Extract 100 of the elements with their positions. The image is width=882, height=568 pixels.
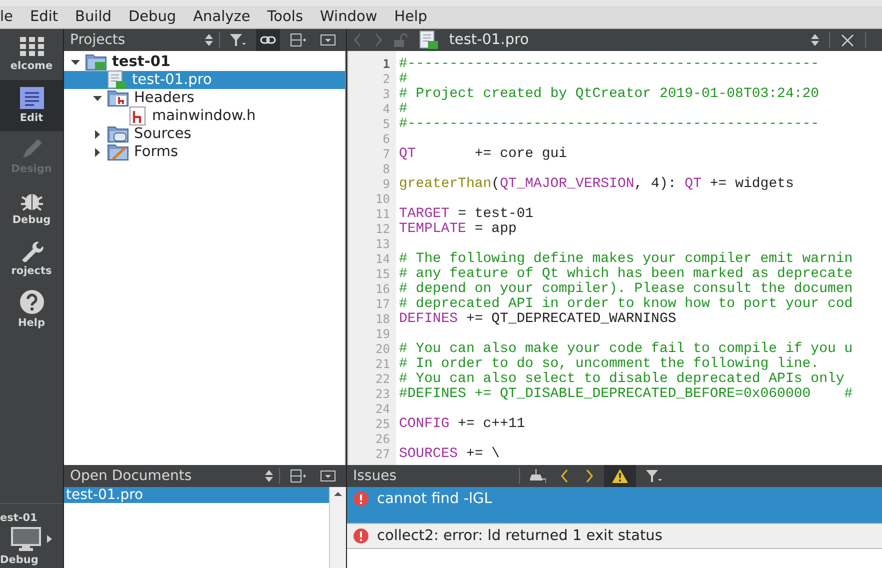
- mode-button[interactable]: Edit: [0, 80, 63, 131]
- line-number: 20: [374, 342, 391, 357]
- expanded-arrow-icon[interactable]: [92, 94, 102, 102]
- line-number: 27: [374, 447, 391, 462]
- line-number: 12: [374, 222, 391, 237]
- line-number: 19: [374, 327, 391, 342]
- line-number: 22: [374, 372, 391, 387]
- open-file-name[interactable]: test-01.pro: [449, 32, 801, 48]
- menu-item[interactable]: le: [0, 9, 22, 25]
- panel-title: Issues: [353, 468, 398, 484]
- unlocked-padlock-icon: [393, 33, 409, 47]
- mode-button[interactable]: Debug: [0, 182, 63, 233]
- panel-title: Projects: [70, 32, 126, 48]
- menu-item[interactable]: Analyze: [185, 9, 260, 25]
- split-icon[interactable]: [290, 469, 306, 483]
- tree-item[interactable]: Sources: [64, 125, 345, 143]
- code-line: #DEFINES += QT_DISABLE_DEPRECATED_BEFORE=0x060000 #: [399, 386, 853, 402]
- code-line: # You can also make your code fail to compile if you u: [399, 341, 853, 357]
- project-folder-icon: [85, 53, 107, 71]
- up-down-icon[interactable]: [265, 469, 273, 483]
- line-number: 21: [374, 357, 391, 372]
- line-number: 13: [374, 237, 391, 252]
- line-number: 17: [374, 297, 391, 312]
- line-number: 9: [382, 177, 391, 192]
- close-icon[interactable]: [840, 34, 855, 46]
- line-number: 16: [374, 282, 391, 297]
- close-pane-icon[interactable]: [320, 33, 336, 47]
- source-folder-icon: [107, 125, 129, 143]
- close-pane-icon[interactable]: [320, 469, 336, 483]
- project-file-icon: [419, 30, 439, 50]
- line-number: 5: [382, 117, 391, 132]
- mode-button[interactable]: elcome: [0, 29, 63, 80]
- line-number: 11: [374, 207, 391, 222]
- code-line: # deprecated API in order to know how to port your cod: [399, 296, 853, 312]
- line-number: 18: [374, 312, 391, 327]
- tree-item[interactable]: test-01.pro: [64, 71, 345, 89]
- code-line: #-------------------------------------------------: [399, 116, 820, 132]
- line-number: 4: [382, 102, 391, 117]
- tree-item[interactable]: test-01: [64, 53, 345, 71]
- menu-item[interactable]: Debug: [120, 9, 186, 25]
- split-icon[interactable]: [290, 33, 306, 47]
- code-line: TEMPLATE = app: [399, 221, 517, 237]
- scroll-up-icon[interactable]: [334, 491, 342, 497]
- monitor-icon[interactable]: [11, 527, 43, 551]
- tree-item[interactable]: Headers: [64, 89, 345, 107]
- code-line: QT += core gui: [399, 146, 568, 162]
- mode-button[interactable]: Help: [0, 284, 63, 335]
- line-number: 26: [374, 432, 391, 447]
- menu-item[interactable]: Build: [67, 9, 120, 25]
- build-config-label: Debug: [0, 554, 38, 566]
- up-down-icon[interactable]: [811, 33, 819, 47]
- error-icon: [353, 491, 369, 507]
- clear-icon[interactable]: [530, 469, 546, 483]
- form-folder-icon: [107, 143, 129, 161]
- help-icon: [20, 290, 44, 314]
- filter-icon[interactable]: [230, 33, 246, 47]
- menu-item[interactable]: Help: [386, 9, 436, 25]
- menu-item[interactable]: Edit: [22, 9, 68, 25]
- code-line: CONFIG += c++11: [399, 416, 526, 432]
- issue-row[interactable]: cannot find -lGL: [347, 487, 882, 524]
- code-line: # In order to do so, uncomment the following line.: [399, 356, 820, 372]
- project-file-icon: [107, 70, 127, 90]
- document-lines-icon: [20, 87, 44, 109]
- code-line: # any feature of Qt which has been marked as deprecate: [399, 266, 853, 282]
- line-number: 15: [374, 267, 391, 282]
- menu-item[interactable]: Tools: [259, 9, 312, 25]
- line-number: 8: [382, 162, 391, 177]
- tree-item[interactable]: Forms: [64, 143, 345, 161]
- next-icon[interactable]: [584, 469, 594, 483]
- code-line: # Project created by QtCreator 2019-01-08T03:24:20: [399, 86, 820, 102]
- code-line: greaterThan(QT_MAJOR_VERSION, 4): QT += widgets: [399, 176, 794, 192]
- warning-icon[interactable]: [612, 469, 628, 483]
- line-number: 10: [374, 192, 391, 207]
- mode-button[interactable]: rojects: [0, 233, 63, 284]
- code-line: SOURCES += \: [399, 446, 500, 462]
- issue-row[interactable]: collect2: error: ld returned 1 exit status: [347, 524, 882, 549]
- line-number: 6: [382, 132, 391, 147]
- code-line: #: [399, 71, 408, 87]
- error-icon: [353, 528, 369, 544]
- panel-title: Open Documents: [70, 468, 193, 484]
- code-line: #-------------------------------------------------: [399, 56, 820, 72]
- line-number: 23: [374, 387, 391, 402]
- code-line: # depend on your compiler). Please consult the documen: [399, 281, 853, 297]
- menu-item[interactable]: Window: [312, 9, 386, 25]
- wrench-icon: [20, 240, 44, 262]
- code-line: TARGET = test-01: [399, 206, 534, 222]
- right-arrow-icon[interactable]: [47, 535, 52, 543]
- line-number: 24: [374, 402, 391, 417]
- kit-project-label: est-01: [0, 512, 38, 524]
- code-line: # You can also select to disable deprecated APIs only: [399, 371, 844, 387]
- up-down-icon[interactable]: [205, 33, 213, 47]
- link-icon[interactable]: [260, 33, 276, 47]
- line-number: 14: [374, 252, 391, 267]
- expanded-arrow-icon[interactable]: [70, 58, 80, 66]
- document-item[interactable]: test-01.pro: [64, 487, 329, 503]
- line-number: 2: [382, 72, 391, 87]
- previous-icon[interactable]: [560, 469, 570, 483]
- filter-icon[interactable]: [646, 469, 662, 483]
- code-line: # The following define makes your compiler emit warnin: [399, 251, 853, 267]
- tree-item[interactable]: mainwindow.h: [64, 107, 345, 125]
